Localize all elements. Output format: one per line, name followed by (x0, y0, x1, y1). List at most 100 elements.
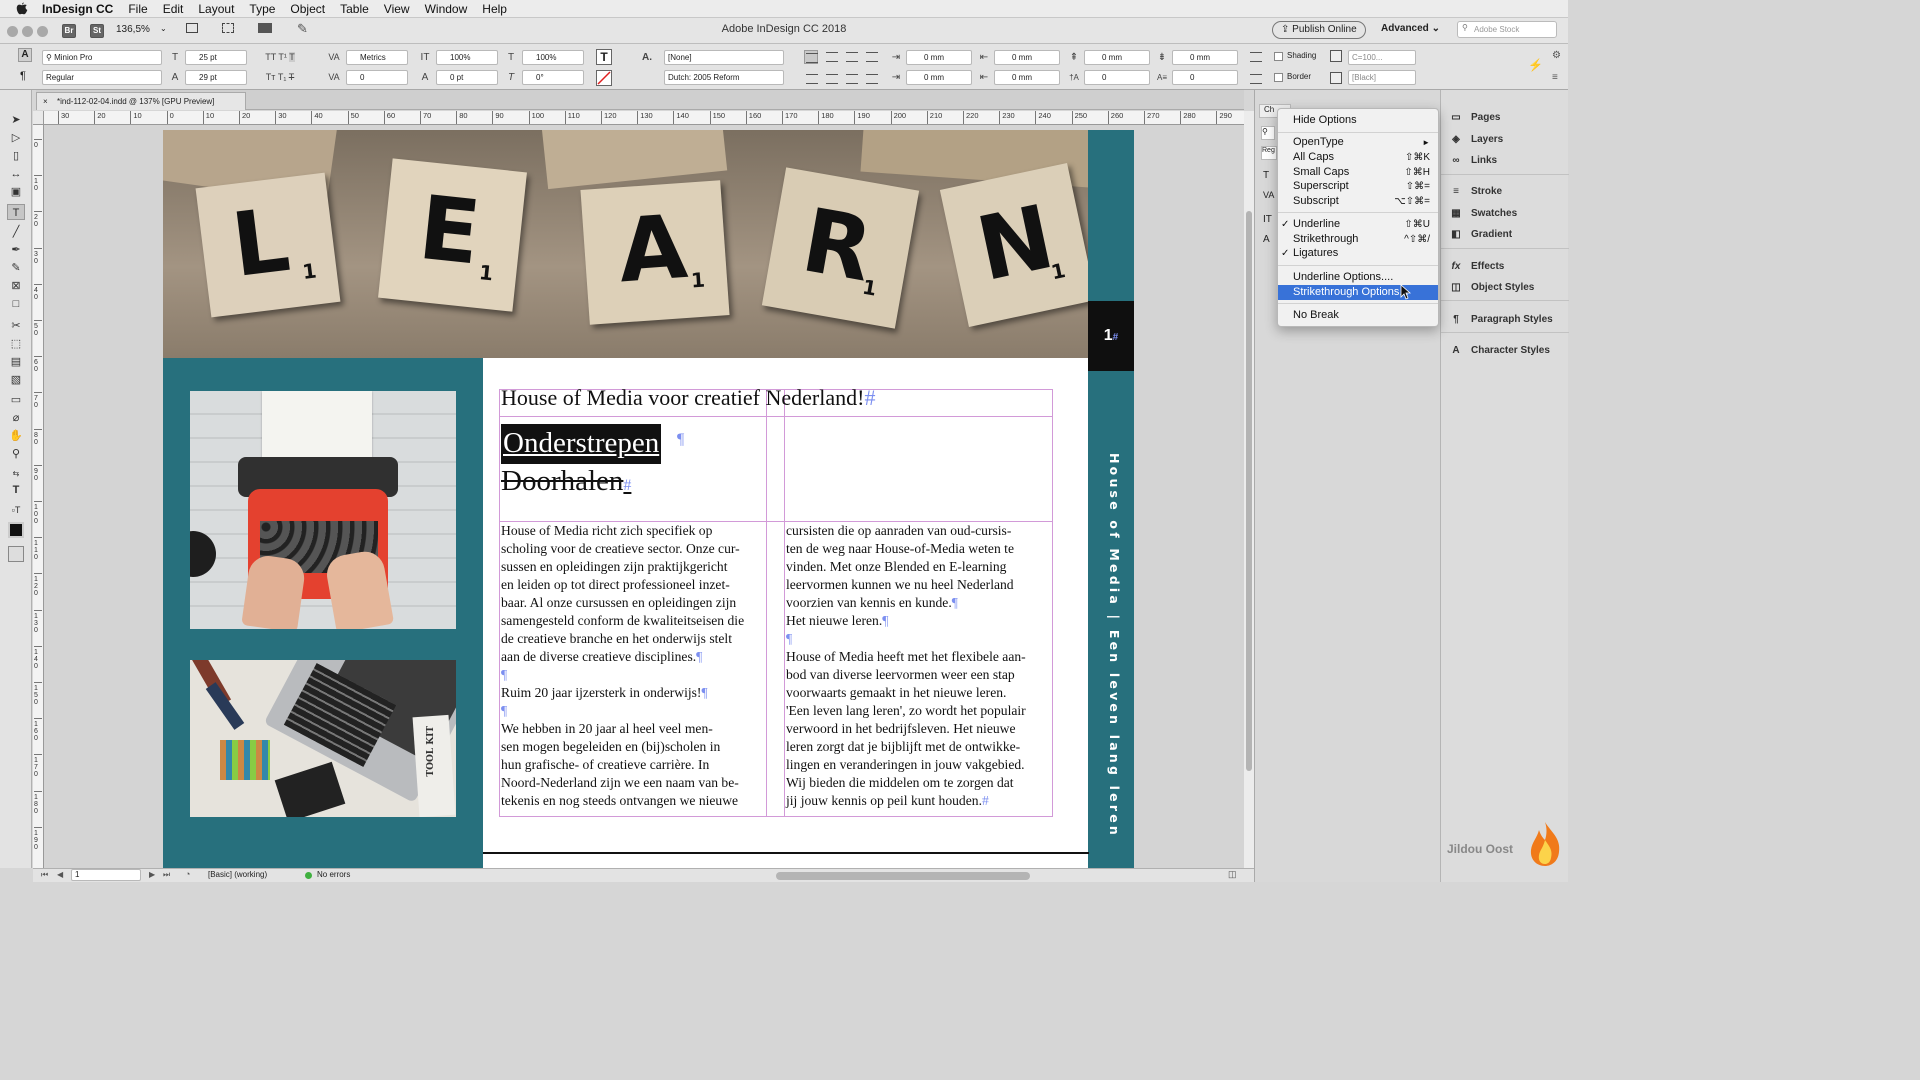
paragraph-styles-panel-button[interactable]: ¶ Paragraph Styles (1449, 310, 1553, 328)
next-page-button[interactable]: ▶ (149, 870, 155, 879)
menu-item-strikethrough-options[interactable]: Strikethrough Options... (1278, 285, 1438, 300)
all-caps-superscript-icons[interactable]: TT T¹ T (260, 50, 300, 65)
free-transform-tool-icon[interactable]: ⬚ (7, 336, 25, 352)
left-indent-field[interactable]: 0 mm (906, 50, 972, 65)
pen-tool-icon[interactable]: ✒ (7, 242, 25, 258)
menu-edit[interactable]: Edit (163, 2, 184, 16)
first-line-indent-field[interactable]: 0 mm (906, 70, 972, 85)
workspace-switcher[interactable]: Advanced ⌄ (1381, 23, 1440, 34)
menu-item-hide-options[interactable]: Hide Options (1278, 111, 1438, 129)
pages-panel-button[interactable]: ▭ Pages (1449, 108, 1500, 126)
align-right-icon[interactable] (846, 52, 858, 62)
shading-settings-icon[interactable] (1330, 50, 1342, 62)
align-center-icon[interactable] (826, 52, 838, 62)
swap-fill-stroke-icon[interactable]: ⇆ (7, 466, 25, 482)
quick-apply-icon[interactable]: ⚡ (1528, 58, 1543, 72)
last-line-indent-field[interactable]: 0 mm (994, 70, 1060, 85)
drop-cap-chars-field[interactable]: 0 (1172, 70, 1238, 85)
menu-item-small-caps[interactable]: Small Caps ⇧⌘H (1278, 165, 1438, 180)
page-number-box[interactable]: 1# (1088, 301, 1134, 371)
first-page-button[interactable]: ⏮ (41, 870, 48, 880)
menu-item-superscript[interactable]: Superscript ⇧⌘= (1278, 179, 1438, 194)
menu-item-underline-options[interactable]: Underline Options.... (1278, 270, 1438, 285)
vertical-scrollbar[interactable] (1244, 111, 1254, 868)
leading-field[interactable]: 29 pt (185, 70, 247, 85)
font-family-field[interactable]: ⚲ Minion Pro (42, 50, 162, 65)
menu-item-strikethrough[interactable]: Strikethrough ^⇧⌘/ (1278, 232, 1438, 247)
direct-selection-tool-icon[interactable]: ▷ (7, 130, 25, 146)
space-after-field[interactable]: 0 mm (1172, 50, 1238, 65)
justify-center-icon[interactable] (826, 74, 838, 84)
menu-file[interactable]: File (128, 2, 147, 16)
publish-online-button[interactable]: ⇪ Publish Online (1272, 21, 1366, 39)
align-left-button[interactable] (804, 50, 818, 64)
stroke-panel-button[interactable]: ≡ Stroke (1449, 182, 1502, 200)
body-column-left[interactable]: House of Media richt zich specifiek op s… (501, 522, 744, 810)
effects-panel-button[interactable]: fx Effects (1449, 257, 1505, 275)
menu-item-opentype[interactable]: OpenType ► (1278, 135, 1438, 150)
vertical-tagline[interactable]: House of Media | Een leven lang leren (1100, 453, 1122, 838)
preflight-profile[interactable]: [Basic] (working) (208, 870, 267, 879)
settings-icon[interactable]: ⚙ (1552, 50, 1561, 61)
small-caps-subscript-icons[interactable]: Tт T₁ T (260, 70, 300, 85)
typewriter-image[interactable] (190, 391, 456, 629)
language-dropdown[interactable]: Dutch: 2005 Reform (664, 70, 784, 85)
selection-tool-icon[interactable]: ➤ (7, 112, 25, 128)
border-checkbox[interactable] (1274, 73, 1283, 82)
menu-object[interactable]: Object (290, 2, 325, 16)
gradient-feather-tool-icon[interactable]: ▧ (7, 372, 25, 388)
page-tool-icon[interactable]: ▯ (7, 148, 25, 164)
hero-image[interactable]: L 1 E 1 A 1 R 1 N 1 (163, 130, 1089, 358)
document-canvas[interactable]: L 1 E 1 A 1 R 1 N 1 1# House of Media | … (44, 125, 1244, 868)
character-style-dropdown[interactable]: [None] (664, 50, 784, 65)
shading-checkbox[interactable] (1274, 52, 1283, 61)
links-panel-button[interactable]: ∞ Links (1449, 151, 1497, 169)
stroke-none-icon[interactable] (596, 70, 612, 86)
character-styles-panel-button[interactable]: A Character Styles (1449, 341, 1550, 359)
eyedropper-tool-icon[interactable]: ⌀ (7, 410, 25, 426)
menu-item-no-break[interactable]: No Break (1278, 308, 1438, 323)
panel-menu-icon[interactable]: ≡ (1552, 72, 1558, 83)
border-color-dropdown[interactable]: [Black] (1348, 70, 1416, 85)
style-field-stub[interactable]: Reg (1261, 146, 1277, 160)
scissors-tool-icon[interactable]: ✂ (7, 318, 25, 334)
fill-text-icon[interactable]: T (596, 49, 612, 65)
rectangle-frame-tool-icon[interactable]: ⊠ (7, 278, 25, 294)
layers-panel-button[interactable]: ◈ Layers (1449, 130, 1503, 148)
content-collector-icon[interactable]: ▣ (7, 184, 25, 200)
bullets-icon[interactable] (1250, 52, 1262, 62)
menu-table[interactable]: Table (340, 2, 369, 16)
line-tool-icon[interactable]: ╱ (7, 224, 25, 240)
paragraph-formatting-icon[interactable]: ¶ (20, 70, 26, 82)
screen-mode-normal-icon[interactable] (8, 546, 24, 562)
document-tab[interactable]: × *ind-112-02-04.indd @ 137% [GPU Previe… (36, 92, 246, 110)
ruler-origin[interactable] (33, 111, 44, 125)
pencil-tool-icon[interactable]: ✎ (7, 260, 25, 276)
type-tool-icon[interactable]: T (7, 204, 25, 220)
space-before-field[interactable]: 0 mm (1084, 50, 1150, 65)
object-styles-panel-button[interactable]: ◫ Object Styles (1449, 278, 1534, 296)
close-icon[interactable]: × (43, 93, 48, 110)
rectangle-tool-icon[interactable]: □ (7, 296, 25, 312)
horizontal-scale-field[interactable]: 100% (522, 50, 584, 65)
gradient-panel-button[interactable]: ◧ Gradient (1449, 225, 1512, 243)
open-page-icon[interactable]: ◔ (185, 869, 190, 879)
shading-color-dropdown[interactable]: C=100... (1348, 50, 1416, 65)
strikethrough-sample[interactable]: Doorhalen# (501, 465, 631, 498)
last-page-button[interactable]: ⏭ (163, 870, 170, 880)
tracking-field[interactable]: 0 (346, 70, 408, 85)
vertical-scroll-thumb[interactable] (1246, 211, 1252, 771)
underline-sample-selected[interactable]: Onderstrepen (501, 424, 662, 464)
page-heading[interactable]: House of Media voor creatief Nederland!# (501, 385, 875, 411)
border-settings-icon[interactable] (1330, 72, 1342, 84)
menu-item-underline[interactable]: ✓ Underline ⇧⌘U (1278, 217, 1438, 232)
align-towards-spine-icon[interactable] (866, 52, 878, 62)
previous-page-button[interactable]: ◀ (57, 870, 63, 879)
hand-tool-icon[interactable]: ✋ (7, 428, 25, 444)
baseline-shift-field[interactable]: 0 pt (436, 70, 498, 85)
kerning-field[interactable]: Metrics (346, 50, 408, 65)
vertical-scale-field[interactable]: 100% (436, 50, 498, 65)
numbering-icon[interactable] (1250, 74, 1262, 84)
menu-item-all-caps[interactable]: All Caps ⇧⌘K (1278, 150, 1438, 165)
laptop-image[interactable]: TOOL KIT (190, 660, 456, 817)
